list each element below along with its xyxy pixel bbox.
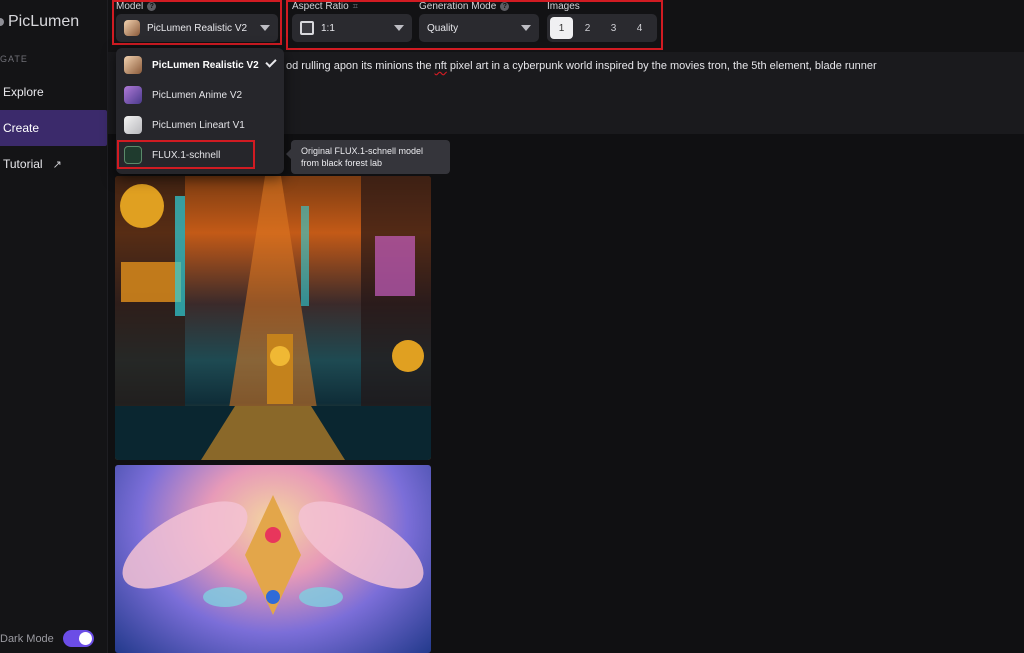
settings-highlight-frame (286, 0, 663, 50)
model-option-lineart-v1[interactable]: PicLumen Lineart V1 (116, 110, 284, 140)
model-option-anime-v2[interactable]: PicLumen Anime V2 (116, 80, 284, 110)
model-option-realistic-v2[interactable]: PicLumen Realistic V2 (116, 50, 284, 80)
anime-avatar-icon (124, 86, 142, 104)
brand-name: PicLumen (8, 13, 80, 30)
sidebar-item-create[interactable]: Create (0, 110, 107, 146)
sidebar-item-label: Tutorial (3, 157, 43, 171)
cyberpunk-image-art (115, 176, 431, 460)
piclumen-logo-icon (0, 18, 4, 26)
nav-section-label: GATE (0, 54, 28, 64)
misspelled-word: nft (434, 60, 447, 72)
toggle-knob (79, 632, 92, 645)
dark-mode-label: Dark Mode (0, 632, 54, 645)
prompt-input[interactable]: od rulling apon its minions the nft pixe… (286, 60, 877, 72)
generated-image-cyberpunk[interactable] (115, 176, 431, 460)
sidebar-item-explore[interactable]: Explore (0, 74, 107, 110)
flux-highlight-frame (117, 140, 255, 169)
checkmark-icon (265, 56, 277, 68)
brand-logo[interactable]: PicLumen (0, 13, 79, 31)
sidebar-item-tutorial[interactable]: Tutorial ↗ (0, 146, 107, 182)
flux-tooltip: Original FLUX.1-schnell model from black… (286, 140, 450, 174)
lineart-avatar-icon (124, 116, 142, 134)
sidebar-item-label: Create (3, 121, 40, 135)
fantasy-image-art (122, 495, 424, 615)
model-highlight-frame (112, 0, 282, 45)
dark-mode-row: Dark Mode (0, 630, 100, 647)
sidebar-item-label: Explore (3, 85, 44, 99)
dark-mode-toggle[interactable] (63, 630, 94, 647)
sidebar: PicLumen GATE Explore Create Tutorial ↗ … (0, 0, 108, 653)
realistic-avatar-icon (124, 56, 142, 74)
generated-image-fantasy[interactable] (115, 465, 431, 653)
external-link-icon: ↗ (52, 158, 62, 171)
